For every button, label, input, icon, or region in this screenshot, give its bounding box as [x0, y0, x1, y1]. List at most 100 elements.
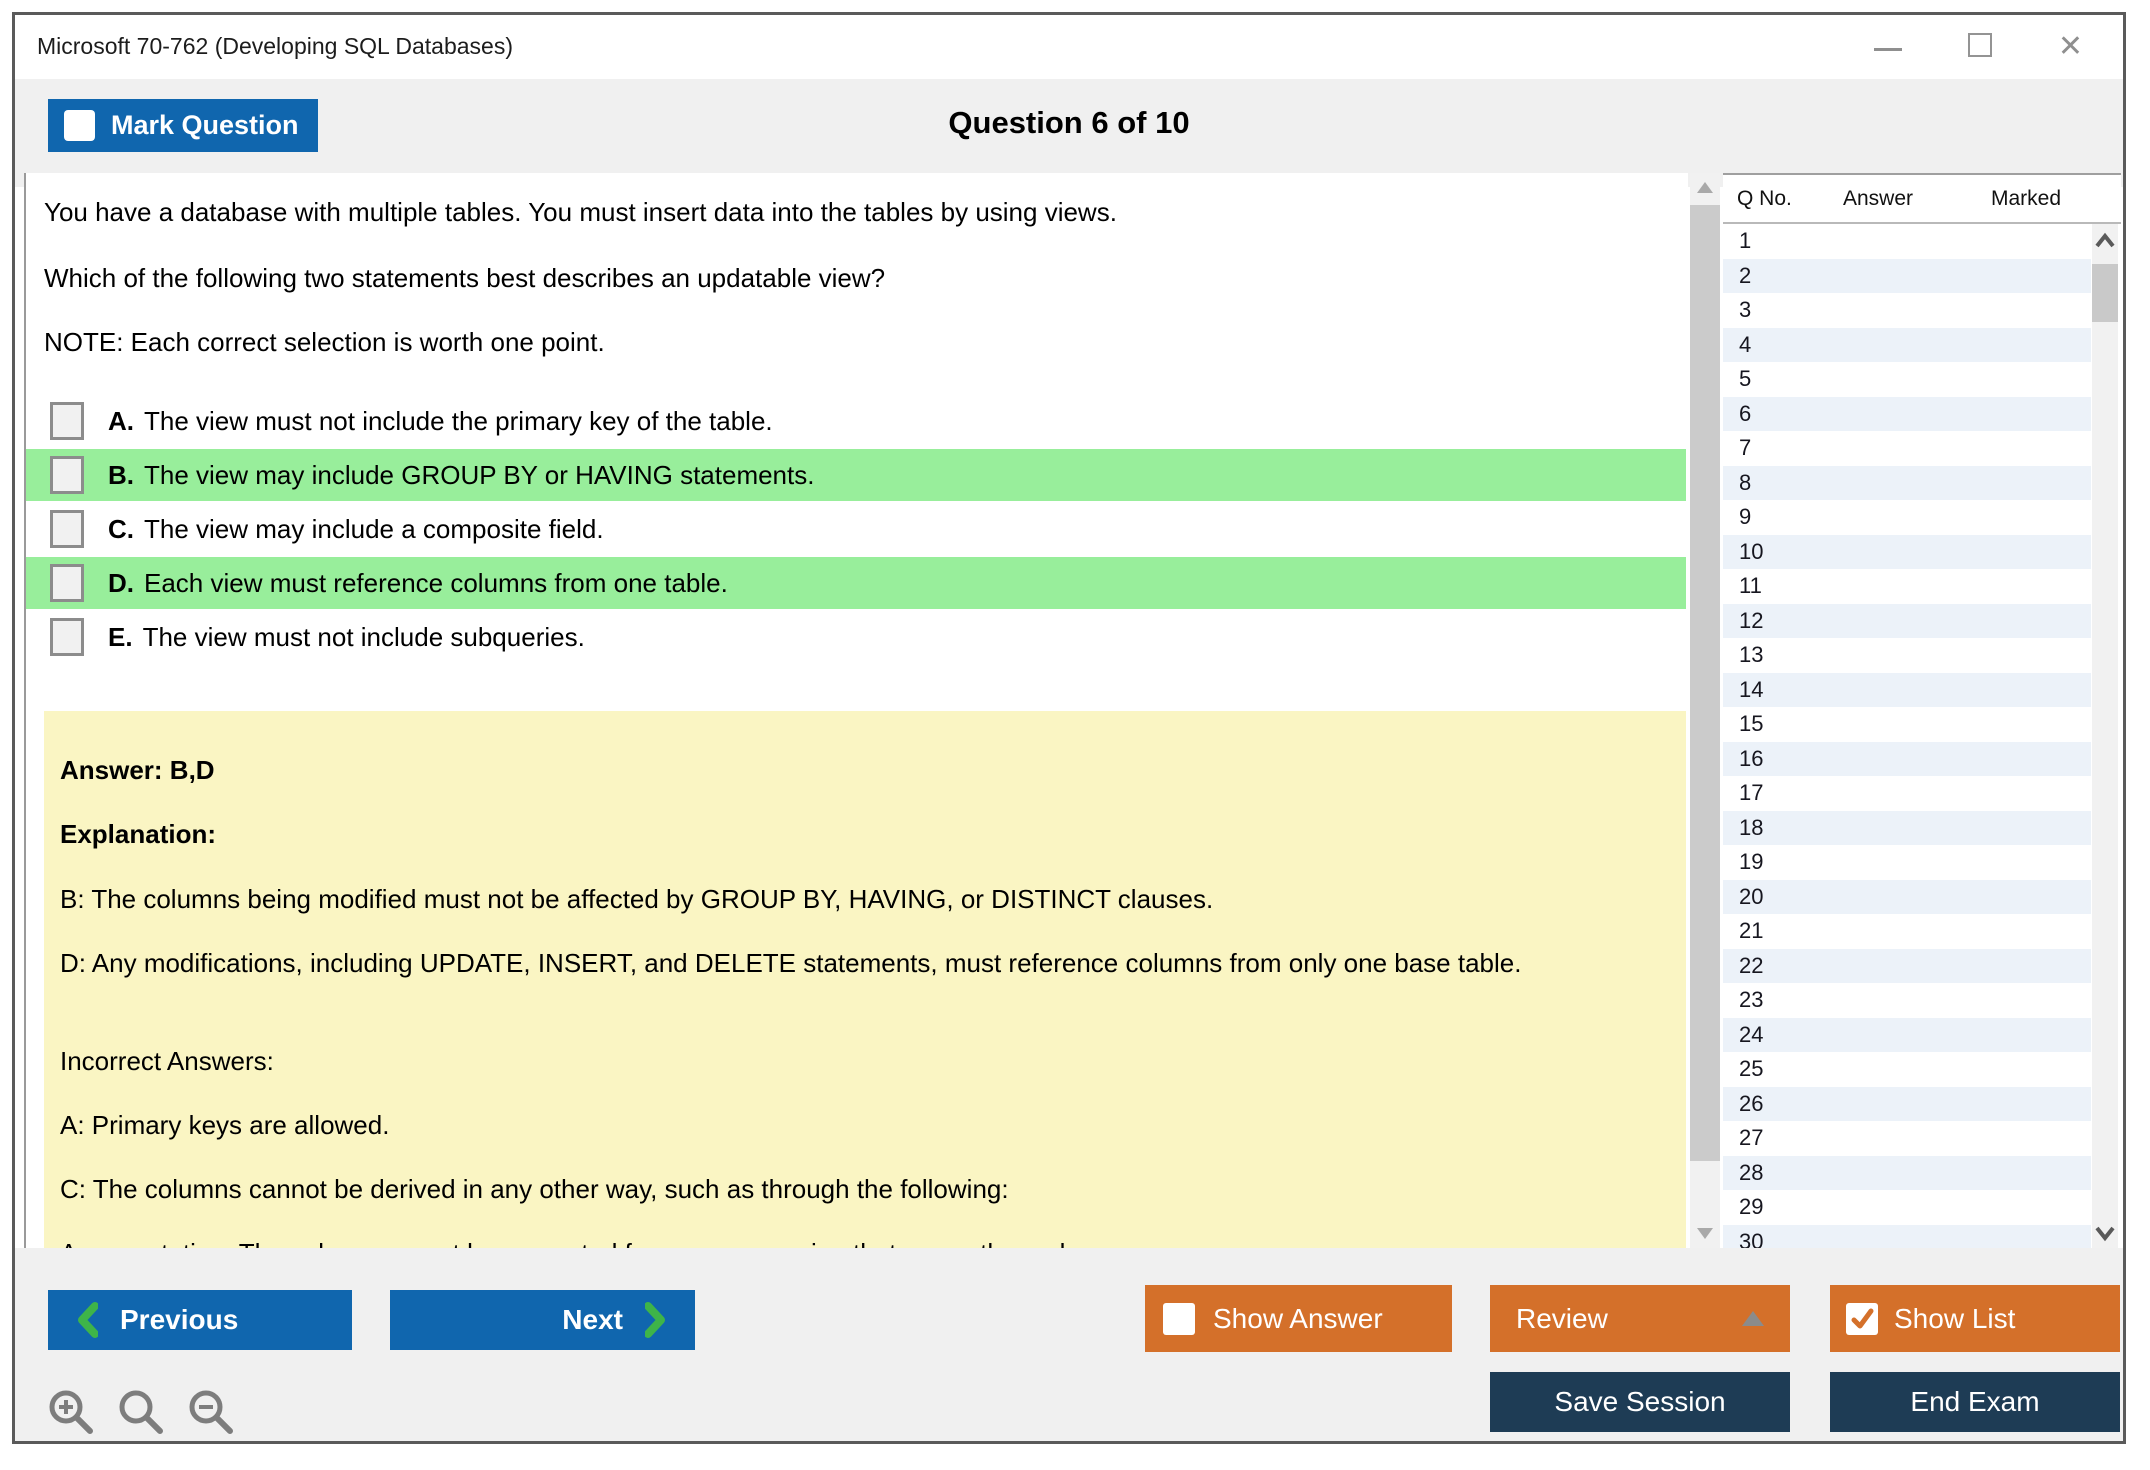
qlist-row[interactable]: 16 — [1723, 742, 2091, 777]
end-exam-label: End Exam — [1910, 1386, 2039, 1418]
qlist-row-number: 7 — [1739, 435, 1751, 461]
qlist-row[interactable]: 27 — [1723, 1121, 2091, 1156]
question-paragraph: You have a database with multiple tables… — [44, 197, 1117, 228]
qlist-row[interactable]: 17 — [1723, 776, 2091, 811]
qlist-row[interactable]: 1 — [1723, 224, 2091, 259]
option-checkbox-d[interactable] — [50, 564, 84, 602]
option-checkbox-a[interactable] — [50, 402, 84, 440]
option-row-c[interactable]: C. The view may include a composite fiel… — [26, 503, 1686, 555]
close-button[interactable]: ✕ — [2058, 32, 2083, 62]
qlist-row[interactable]: 9 — [1723, 500, 2091, 535]
qlist-row[interactable]: 5 — [1723, 362, 2091, 397]
minimize-icon — [1874, 48, 1902, 51]
close-icon: ✕ — [2058, 30, 2083, 63]
minimize-button[interactable] — [1874, 38, 1902, 56]
review-label: Review — [1516, 1303, 1608, 1335]
question-list-panel: Q No. Answer Marked 12345678910111213141… — [1723, 173, 2121, 1248]
zoom-reset-icon[interactable] — [115, 1386, 169, 1440]
explanation-line: Incorrect Answers: — [60, 1045, 274, 1078]
qlist-row[interactable]: 26 — [1723, 1087, 2091, 1122]
qlist-scroll-up-icon[interactable] — [2094, 232, 2116, 250]
chevron-left-icon — [76, 1302, 98, 1338]
qlist-row[interactable]: 8 — [1723, 466, 2091, 501]
option-checkbox-e[interactable] — [50, 618, 84, 656]
qlist-row[interactable]: 28 — [1723, 1156, 2091, 1191]
show-answer-label: Show Answer — [1213, 1303, 1383, 1335]
qlist-row[interactable]: 6 — [1723, 397, 2091, 432]
qlist-row[interactable]: 18 — [1723, 811, 2091, 846]
main-scrollbar-thumb[interactable] — [1690, 205, 1720, 1161]
qlist-scrollbar-thumb[interactable] — [2092, 264, 2118, 322]
qlist-row-number: 3 — [1739, 297, 1751, 323]
qlist-row-number: 26 — [1739, 1091, 1763, 1117]
qlist-row[interactable]: 22 — [1723, 949, 2091, 984]
qlist-row[interactable]: 25 — [1723, 1052, 2091, 1087]
save-session-button[interactable]: Save Session — [1490, 1372, 1790, 1432]
qlist-row[interactable]: 12 — [1723, 604, 2091, 639]
qlist-header-marked: Marked — [1991, 187, 2061, 211]
qlist-header-answer: Answer — [1843, 187, 1913, 211]
option-text: The view may include a composite field. — [144, 514, 604, 545]
qlist-row[interactable]: 3 — [1723, 293, 2091, 328]
qlist-scrollbar[interactable] — [2092, 224, 2118, 1248]
main-scrollbar[interactable] — [1690, 173, 1720, 1248]
option-text: The view may include GROUP BY or HAVING … — [144, 460, 814, 491]
zoom-out-icon[interactable] — [185, 1386, 239, 1440]
qlist-row[interactable]: 14 — [1723, 673, 2091, 708]
previous-button[interactable]: Previous — [48, 1290, 352, 1350]
title-bar: Microsoft 70-762 (Developing SQL Databas… — [15, 15, 2123, 79]
zoom-in-icon[interactable] — [45, 1386, 99, 1440]
qlist-row[interactable]: 23 — [1723, 983, 2091, 1018]
qlist-row-number: 12 — [1739, 608, 1763, 634]
show-answer-checkbox[interactable] — [1163, 1303, 1195, 1335]
qlist-row[interactable]: 21 — [1723, 914, 2091, 949]
qlist-row[interactable]: 4 — [1723, 328, 2091, 363]
show-list-button[interactable]: Show List — [1830, 1285, 2120, 1352]
qlist-row[interactable]: 20 — [1723, 880, 2091, 915]
qlist-row[interactable]: 7 — [1723, 431, 2091, 466]
qlist-header-qno: Q No. — [1737, 187, 1792, 211]
checkmark-icon — [1849, 1306, 1875, 1332]
qlist-row[interactable]: 11 — [1723, 569, 2091, 604]
review-button[interactable]: Review — [1490, 1285, 1790, 1352]
qlist-scroll-down-icon[interactable] — [2094, 1224, 2116, 1242]
qlist-row[interactable]: 2 — [1723, 259, 2091, 294]
qlist-row-number: 18 — [1739, 815, 1763, 841]
previous-label: Previous — [120, 1304, 238, 1336]
qlist-row[interactable]: 15 — [1723, 707, 2091, 742]
qlist-row-number: 13 — [1739, 642, 1763, 668]
show-list-checkbox[interactable] — [1846, 1303, 1878, 1335]
option-row-a[interactable]: A. The view must not include the primary… — [26, 395, 1686, 447]
explanation-line: B: The columns being modified must not b… — [60, 883, 1213, 916]
maximize-button[interactable] — [1968, 33, 1992, 62]
show-answer-button[interactable]: Show Answer — [1145, 1285, 1452, 1352]
qlist-row[interactable]: 30 — [1723, 1225, 2091, 1249]
qlist-row[interactable]: 13 — [1723, 638, 2091, 673]
option-checkbox-b[interactable] — [50, 456, 84, 494]
option-row-e[interactable]: E. The view must not include subqueries. — [26, 611, 1686, 663]
option-row-d[interactable]: D. Each view must reference columns from… — [26, 557, 1686, 609]
option-checkbox-c[interactable] — [50, 510, 84, 548]
qlist-row-number: 5 — [1739, 366, 1751, 392]
scroll-down-arrow-icon[interactable] — [1697, 1228, 1713, 1239]
end-exam-button[interactable]: End Exam — [1830, 1372, 2120, 1432]
qlist-row[interactable]: 29 — [1723, 1190, 2091, 1225]
question-note: NOTE: Each correct selection is worth on… — [44, 327, 605, 358]
option-letter: E. — [108, 622, 133, 653]
qlist-row-number: 30 — [1739, 1229, 1763, 1248]
explanation-line: D: Any modifications, including UPDATE, … — [60, 947, 1521, 980]
scroll-up-arrow-icon[interactable] — [1697, 182, 1713, 193]
explanation-line: C: The columns cannot be derived in any … — [60, 1173, 1009, 1206]
option-letter: C. — [108, 514, 134, 545]
qlist-row-number: 23 — [1739, 987, 1763, 1013]
option-text: Each view must reference columns from on… — [144, 568, 728, 599]
window-controls: ✕ — [1874, 15, 2083, 79]
next-button[interactable]: Next — [390, 1290, 695, 1350]
question-viewport: You have a database with multiple tables… — [24, 173, 1688, 1248]
qlist-row[interactable]: 10 — [1723, 535, 2091, 570]
qlist-row[interactable]: 24 — [1723, 1018, 2091, 1053]
question-paragraph: Which of the following two statements be… — [44, 263, 885, 294]
explanation-line: A: Primary keys are allowed. — [60, 1109, 389, 1142]
option-row-b[interactable]: B. The view may include GROUP BY or HAVI… — [26, 449, 1686, 501]
qlist-row[interactable]: 19 — [1723, 845, 2091, 880]
